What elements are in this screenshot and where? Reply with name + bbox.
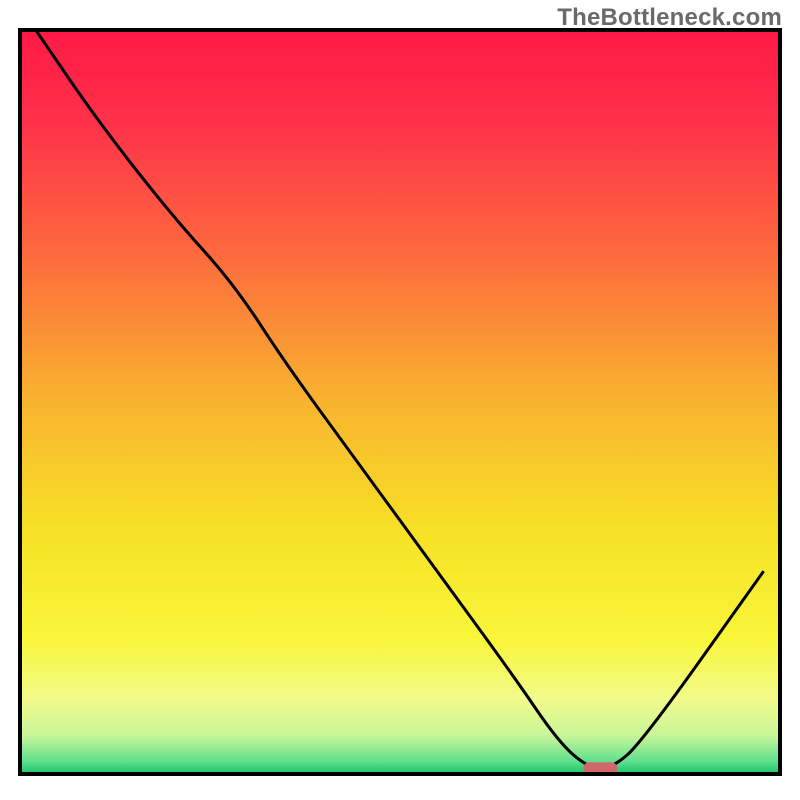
- chart-svg: [0, 0, 800, 800]
- plot-background: [22, 32, 778, 772]
- watermark-text: TheBottleneck.com: [557, 4, 782, 32]
- bottleneck-chart: TheBottleneck.com: [0, 0, 800, 800]
